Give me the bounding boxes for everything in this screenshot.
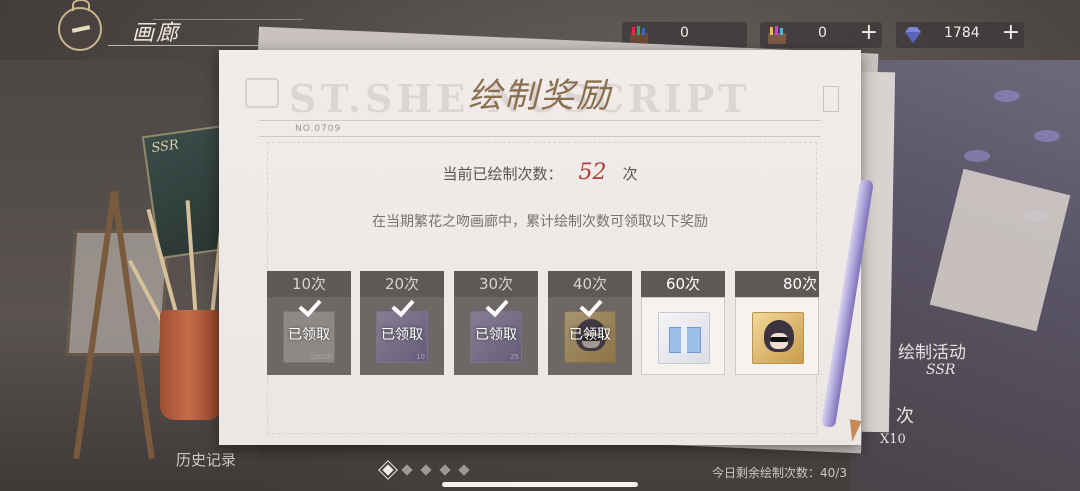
reward-threshold-label: 40次 xyxy=(548,271,632,297)
page-dot[interactable] xyxy=(420,464,432,476)
ssr-card-label: SSR xyxy=(150,137,180,157)
reward-tile-60[interactable]: 60次 xyxy=(641,271,725,375)
draw-count-label: 当前已绘制次数： xyxy=(442,165,563,183)
claimed-label: 已领取 xyxy=(288,327,330,343)
leaf xyxy=(1034,130,1060,142)
gallery-header: 画廊 ? xyxy=(58,0,303,51)
add-paint-button[interactable]: + xyxy=(860,20,878,45)
gallery-logo-icon[interactable] xyxy=(58,7,102,51)
reward-tile-20[interactable]: 20次 10 已领取 xyxy=(360,271,444,375)
draw-count-unit: 次 xyxy=(622,165,638,183)
reward-threshold-label: 80次 xyxy=(735,271,819,297)
page-dot[interactable] xyxy=(401,464,413,476)
home-indicator[interactable] xyxy=(442,482,638,487)
resource-diamond: 1784 + xyxy=(896,20,1024,48)
dialog-title: 绘制奖励 xyxy=(468,76,612,116)
reward-threshold-label: 30次 xyxy=(454,271,538,297)
claimed-label: 已领取 xyxy=(475,327,517,343)
crest-icon xyxy=(72,0,90,11)
page-dot[interactable] xyxy=(378,460,398,480)
divider xyxy=(259,120,821,121)
form-number: NO.0709 xyxy=(295,124,342,134)
paint-set-alt-icon xyxy=(768,26,786,44)
add-diamond-button[interactable]: + xyxy=(1002,20,1020,45)
reward-tile-40[interactable]: 40次 已领取 xyxy=(548,271,632,375)
easel-canvas xyxy=(65,230,171,356)
resource-paint-set-alt: 0 + xyxy=(760,20,882,48)
diamond-icon xyxy=(905,27,921,43)
history-link[interactable]: 历史记录 xyxy=(176,449,236,470)
gift-box-item-icon xyxy=(658,312,710,364)
reward-description: 在当期繁花之吻画廊中，累计绘制次数可领取以下奖励 xyxy=(372,214,708,230)
resource-value: 1784 xyxy=(944,25,980,41)
resource-value: 0 xyxy=(680,25,689,41)
divider xyxy=(259,136,821,137)
draw-event-label: 绘制活动 xyxy=(898,343,966,363)
reward-threshold-label: 60次 xyxy=(641,271,725,297)
draw-button-text[interactable]: 次 xyxy=(896,402,914,428)
reward-tile-30[interactable]: 30次 25 已领取 xyxy=(454,271,538,375)
claimed-label: 已领取 xyxy=(381,327,423,343)
draw-reward-dialog: ST.SHE NUSCRIPT 绘制奖励 NO.0709 当前已绘制次数： 52 次… xyxy=(219,50,861,445)
leaf xyxy=(964,150,990,162)
close-icon[interactable] xyxy=(823,86,839,112)
page-title: 画廊 xyxy=(132,21,181,46)
brush-pot xyxy=(160,310,222,420)
claimed-label: 已领取 xyxy=(569,327,611,343)
page-dot[interactable] xyxy=(439,464,451,476)
draw-count-value: 52 xyxy=(578,160,607,185)
reward-threshold-label: 10次 xyxy=(267,271,351,297)
resource-value: 0 xyxy=(818,25,827,41)
reward-threshold-label: 20次 xyxy=(360,271,444,297)
avatar-frame-item-icon xyxy=(752,312,804,364)
event-ssr-badge: SSR xyxy=(926,362,956,378)
reward-tile-80[interactable]: 80次 xyxy=(735,271,819,375)
page-indicator xyxy=(378,460,470,480)
reward-tile-10[interactable]: 10次 10000 已领取 xyxy=(267,271,351,375)
remaining-draws-text: 今日剩余绘制次数：40/3 xyxy=(712,466,847,480)
leaf xyxy=(994,90,1020,102)
page-dot[interactable] xyxy=(458,464,470,476)
draw-count-line: 当前已绘制次数： 52 次 xyxy=(219,160,861,185)
draw-x10-label[interactable]: X10 xyxy=(880,432,906,447)
